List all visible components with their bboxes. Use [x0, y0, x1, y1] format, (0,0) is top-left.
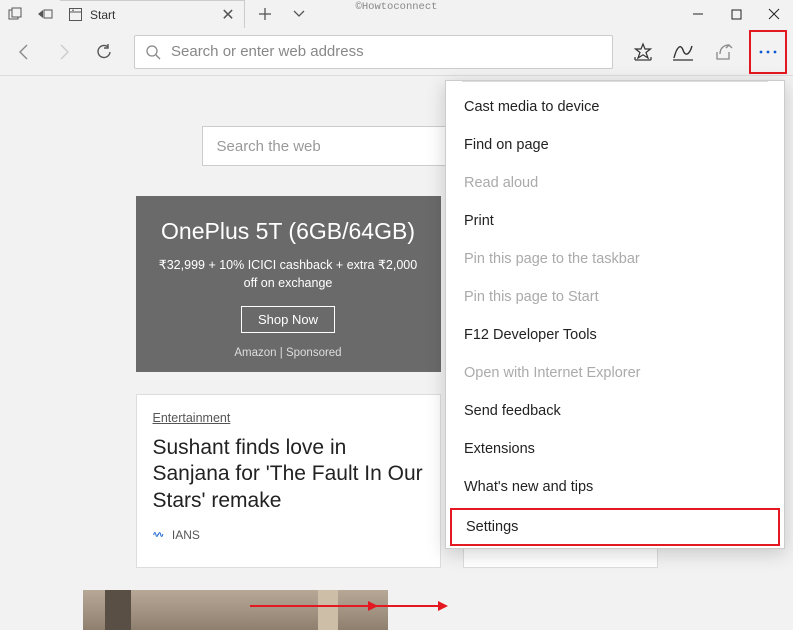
menu-read-aloud: Read aloud: [446, 164, 784, 202]
feed-image-card[interactable]: [83, 590, 388, 630]
notes-button[interactable]: [665, 34, 701, 70]
back-button[interactable]: [6, 34, 42, 70]
news-card[interactable]: Entertainment Sushant finds love in Sanj…: [136, 394, 441, 568]
titlebar: Start ✕ ©Howtoconnect: [0, 0, 793, 28]
set-tabs-aside-button[interactable]: [0, 0, 30, 28]
tab-title: Start: [90, 8, 220, 22]
share-button[interactable]: [705, 34, 741, 70]
window-controls: [679, 0, 793, 28]
news-source: ∿∿ IANS: [153, 528, 424, 542]
show-tabs-aside-button[interactable]: [30, 0, 60, 28]
news-source-label: IANS: [172, 528, 200, 542]
search-icon: [145, 44, 161, 60]
menu-find-on-page[interactable]: Find on page: [446, 126, 784, 164]
tab-actions: [245, 0, 313, 28]
more-options-button[interactable]: [749, 30, 787, 74]
browser-tab[interactable]: Start ✕: [60, 0, 245, 28]
menu-pin-start: Pin this page to Start: [446, 278, 784, 316]
new-tab-button[interactable]: [251, 0, 279, 28]
news-category: Entertainment: [153, 411, 231, 425]
refresh-button[interactable]: [86, 34, 122, 70]
tab-preview-controls: [0, 0, 60, 28]
menu-print[interactable]: Print: [446, 202, 784, 240]
menu-dev-tools[interactable]: F12 Developer Tools: [446, 316, 784, 354]
ad-shop-button[interactable]: Shop Now: [241, 306, 335, 333]
news-source-icon: ∿∿: [153, 530, 162, 540]
forward-button[interactable]: [46, 34, 82, 70]
tab-favicon-icon: [68, 8, 82, 22]
menu-pin-taskbar: Pin this page to the taskbar: [446, 240, 784, 278]
tab-close-button[interactable]: ✕: [220, 5, 236, 25]
favorites-button[interactable]: [625, 34, 661, 70]
menu-separator: [462, 81, 768, 82]
ad-card[interactable]: OnePlus 5T (6GB/64GB) ₹32,999 + 10% ICIC…: [136, 196, 441, 372]
menu-cast-media[interactable]: Cast media to device: [446, 88, 784, 126]
menu-extensions[interactable]: Extensions: [446, 430, 784, 468]
minimize-button[interactable]: [679, 0, 717, 28]
annotation-arrow-horizontal-2: [310, 605, 370, 607]
news-title: Sushant finds love in Sanjana for 'The F…: [153, 435, 424, 514]
menu-send-feedback[interactable]: Send feedback: [446, 392, 784, 430]
menu-whats-new[interactable]: What's new and tips: [446, 468, 784, 506]
menu-open-ie: Open with Internet Explorer: [446, 354, 784, 392]
ad-subtitle: ₹32,999 + 10% ICICI cashback + extra ₹2,…: [156, 257, 421, 292]
menu-settings[interactable]: Settings: [450, 508, 780, 546]
ad-footer: Amazon | Sponsored: [156, 347, 421, 359]
address-input[interactable]: [171, 43, 602, 60]
toolbar: [0, 28, 793, 76]
close-window-button[interactable]: [755, 0, 793, 28]
more-options-menu: Cast media to device Find on page Read a…: [445, 80, 785, 549]
tab-dropdown-button[interactable]: [285, 0, 313, 28]
watermark-text: ©Howtoconnect: [356, 1, 438, 13]
ad-title: OnePlus 5T (6GB/64GB): [156, 218, 421, 245]
address-bar[interactable]: [134, 35, 613, 69]
maximize-button[interactable]: [717, 0, 755, 28]
